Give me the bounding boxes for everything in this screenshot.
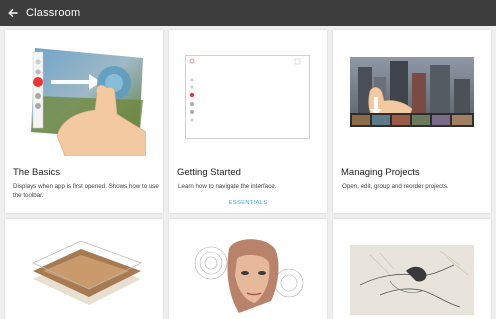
app-bar: Classroom bbox=[0, 0, 496, 26]
lesson-card-the-basics[interactable]: The Basics Displays when app is first op… bbox=[5, 30, 163, 213]
lesson-grid: The Basics Displays when app is first op… bbox=[0, 26, 496, 319]
card-description: Displays when app is first opened. Shows… bbox=[13, 183, 159, 199]
lesson-card-figure-sketch[interactable] bbox=[333, 219, 491, 319]
card-title: The Basics bbox=[13, 167, 60, 178]
lesson-card-managing-projects[interactable]: Managing Projects Open, edit, group and … bbox=[333, 30, 491, 213]
card-description: Learn how to navigate the interface. bbox=[178, 183, 277, 190]
lesson-card-layers[interactable] bbox=[5, 219, 163, 319]
portrait-thumbnail bbox=[185, 233, 310, 313]
card-title: Getting Started bbox=[177, 167, 241, 178]
lesson-card-getting-started[interactable]: Getting Started Learn how to navigate th… bbox=[169, 30, 327, 213]
card-description: Open, edit, group and reorder projects. bbox=[342, 183, 449, 190]
lesson-card-portrait[interactable] bbox=[169, 219, 327, 319]
the-basics-thumbnail bbox=[21, 36, 147, 157]
app-title: Classroom bbox=[26, 7, 81, 19]
figure-sketch-thumbnail bbox=[350, 245, 474, 315]
managing-projects-thumbnail bbox=[350, 57, 474, 127]
getting-started-thumbnail bbox=[185, 55, 310, 139]
essentials-link[interactable]: ESSENTIALS bbox=[169, 200, 327, 206]
card-title: Managing Projects bbox=[341, 167, 420, 178]
back-arrow-icon[interactable] bbox=[0, 0, 26, 26]
layers-thumbnail bbox=[23, 240, 148, 311]
